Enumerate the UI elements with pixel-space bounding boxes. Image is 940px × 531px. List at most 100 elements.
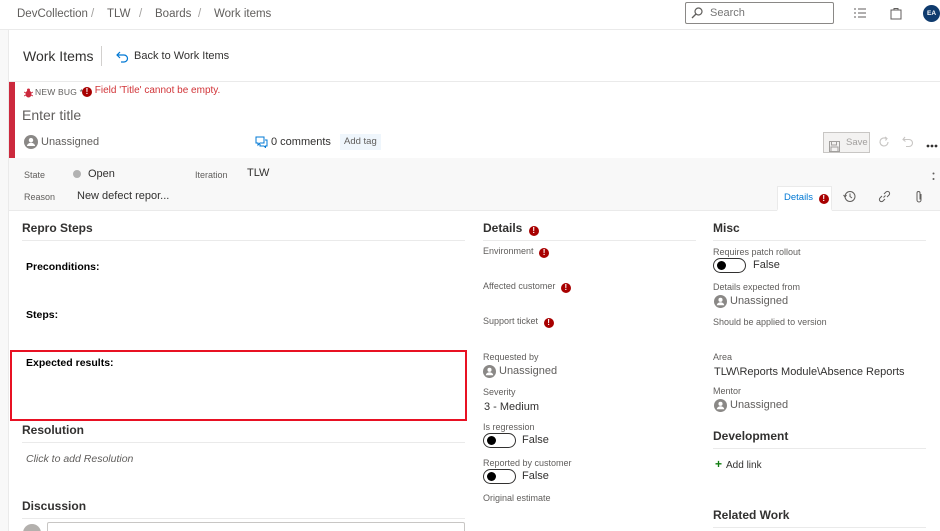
comment-icon	[255, 136, 268, 149]
error-icon: !	[560, 283, 571, 293]
state-value[interactable]: Open	[88, 168, 115, 180]
discussion-input[interactable]	[47, 522, 465, 531]
state-color-dot	[73, 170, 81, 178]
more-icon[interactable]	[926, 140, 938, 152]
is-regression-toggle[interactable]	[483, 433, 516, 448]
applied-version-label[interactable]: Should be applied to version	[713, 317, 827, 327]
undo-icon[interactable]	[902, 136, 914, 148]
requested-by-value: Unassigned	[499, 365, 558, 377]
work-item-color-bar	[9, 82, 15, 158]
state-bar-more-icon[interactable]	[932, 170, 935, 182]
history-icon[interactable]	[843, 190, 856, 203]
details-expected-label: Details expected from	[713, 282, 801, 292]
back-link-label: Back to Work Items	[134, 50, 230, 62]
refresh-icon[interactable]	[878, 136, 890, 148]
mentor-label: Mentor	[713, 386, 742, 396]
support-ticket-label: Support ticket	[483, 316, 539, 326]
resolution-field[interactable]: Click to add Resolution	[26, 453, 133, 465]
support-ticket-field[interactable]: Support ticket !	[483, 316, 554, 328]
marketplace-bag-icon[interactable]	[890, 7, 902, 20]
title-input[interactable]	[22, 104, 722, 126]
user-avatar[interactable]: EA	[923, 5, 940, 22]
area-label: Area	[713, 352, 733, 362]
resolution-title: Resolution	[22, 423, 84, 437]
tab-details-label: Details	[784, 192, 814, 203]
save-button-label: Save	[846, 137, 868, 148]
affected-customer-label: Affected customer	[483, 281, 556, 291]
work-item-type-label: NEW BUG *	[35, 87, 84, 97]
avatar	[23, 524, 41, 531]
reported-by-customer-value: False	[522, 470, 549, 482]
breadcrumb-org[interactable]: DevCollection	[17, 8, 88, 20]
person-icon	[714, 399, 727, 412]
is-regression-value: False	[522, 434, 549, 446]
title-error: ! Field 'Title' cannot be empty.	[82, 85, 220, 97]
breadcrumb-separator: /	[198, 8, 202, 20]
error-icon: !	[818, 194, 829, 204]
section-divider	[713, 527, 926, 528]
development-title: Development	[713, 429, 789, 443]
person-icon	[483, 365, 496, 378]
top-bar: DevCollection / TLW / Boards / Work item…	[0, 0, 940, 30]
comments-count: 0 comments	[271, 136, 331, 148]
tab-details[interactable]: Details !	[777, 186, 832, 211]
toggle-knob	[487, 472, 496, 481]
details-title: Details	[483, 221, 523, 235]
search-input[interactable]	[710, 6, 828, 20]
is-regression-label: Is regression	[483, 422, 535, 432]
save-button[interactable]: Save	[823, 132, 870, 153]
details-section-title: Details !	[483, 221, 539, 236]
assigned-to-value: Unassigned	[41, 136, 100, 148]
error-icon: !	[528, 226, 539, 236]
breadcrumb-hub[interactable]: Boards	[155, 8, 191, 20]
back-arrow-icon	[116, 50, 129, 63]
person-icon	[24, 135, 38, 149]
title-error-text: Field 'Title' cannot be empty.	[94, 85, 221, 96]
area-value[interactable]: TLW\Reports Module\Absence Reports	[714, 366, 905, 378]
header-divider	[101, 46, 102, 66]
breadcrumb-separator: /	[91, 8, 95, 20]
expected-results-highlight	[10, 350, 467, 421]
plus-icon: +	[715, 457, 723, 471]
left-gutter	[0, 30, 9, 531]
iteration-value[interactable]: TLW	[247, 167, 269, 179]
link-icon[interactable]	[878, 190, 891, 203]
person-icon	[714, 295, 727, 308]
breadcrumb-page[interactable]: Work items	[214, 8, 271, 20]
section-divider	[22, 240, 465, 241]
bug-icon	[24, 87, 33, 98]
paperclip-icon[interactable]	[914, 190, 924, 203]
save-icon	[829, 137, 840, 156]
requires-patch-toggle[interactable]	[713, 258, 746, 273]
add-tag-button[interactable]: Add tag	[340, 134, 381, 150]
section-divider	[22, 518, 465, 519]
severity-label: Severity	[483, 387, 516, 397]
requested-by-label: Requested by	[483, 352, 539, 362]
reason-value[interactable]: New defect repor...	[77, 190, 169, 202]
error-icon: !	[82, 87, 92, 97]
section-divider	[22, 442, 465, 443]
reported-by-customer-toggle[interactable]	[483, 469, 516, 484]
severity-value[interactable]: 3 - Medium	[484, 401, 539, 413]
steps-label[interactable]: Steps:	[26, 309, 58, 321]
breadcrumb-project[interactable]: TLW	[107, 8, 130, 20]
related-work-title: Related Work	[713, 508, 790, 522]
header-separator	[9, 81, 940, 82]
environment-label: Environment	[483, 246, 534, 256]
error-icon: !	[543, 318, 554, 328]
error-icon: !	[539, 248, 550, 258]
page-title: Work Items	[23, 48, 94, 64]
repro-steps-title: Repro Steps	[22, 221, 93, 235]
list-settings-icon[interactable]	[854, 7, 866, 19]
add-link-button[interactable]: + Add link	[715, 457, 762, 471]
requires-patch-value: False	[753, 259, 780, 271]
search-icon	[691, 7, 703, 19]
preconditions-label[interactable]: Preconditions:	[26, 261, 100, 273]
search-box[interactable]	[685, 2, 834, 24]
state-label: State	[24, 170, 46, 180]
reason-label: Reason	[24, 192, 56, 202]
environment-field[interactable]: Environment !	[483, 246, 550, 258]
affected-customer-field[interactable]: Affected customer !	[483, 281, 571, 293]
breadcrumb-separator: /	[139, 8, 143, 20]
toggle-knob	[487, 436, 496, 445]
